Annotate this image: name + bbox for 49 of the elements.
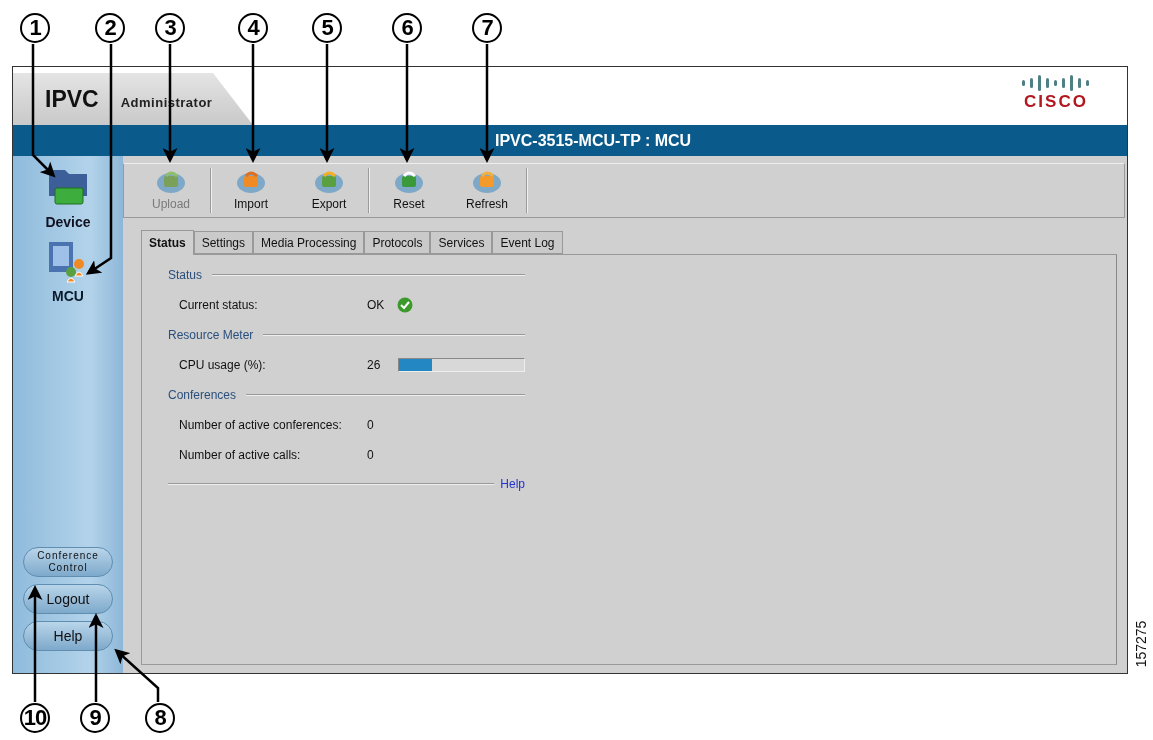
toolbar-icon: [394, 170, 424, 194]
sidebar-button[interactable]: Help: [23, 621, 113, 651]
sidebar-item[interactable]: MCU: [43, 238, 93, 304]
callout-number: 7: [472, 13, 502, 43]
field-label: Number of active conferences:: [179, 418, 343, 432]
callout-number: 2: [95, 13, 125, 43]
callout-number: 6: [392, 13, 422, 43]
logo-bars-icon: [1021, 74, 1091, 92]
help-link[interactable]: Help: [500, 477, 525, 491]
tab[interactable]: Status: [141, 230, 194, 255]
tab[interactable]: Protocols: [364, 231, 431, 254]
toolbar-icon: [236, 170, 266, 194]
toolbar-button[interactable]: Import: [212, 164, 290, 217]
callout-number: 5: [312, 13, 342, 43]
field-label: CPU usage (%):: [179, 358, 267, 372]
tab[interactable]: Media Processing: [253, 231, 365, 254]
section-title: Conferences: [168, 388, 237, 402]
callout-number: 10: [20, 703, 50, 733]
toolbar-icon: [314, 170, 344, 194]
callout-number: 9: [80, 703, 110, 733]
toolbar-icon: [156, 170, 186, 194]
field-value: 26: [367, 358, 382, 372]
toolbar-button[interactable]: Export: [290, 164, 368, 217]
field-value: 0: [367, 418, 374, 432]
sidebar-button[interactable]: Logout: [23, 584, 113, 614]
toolbar-button[interactable]: Reset: [370, 164, 448, 217]
section-title: Status: [168, 268, 203, 282]
figure-number: 157275: [1133, 620, 1150, 668]
sidebar-button[interactable]: Conference Control: [23, 547, 113, 577]
callout-arrow: [114, 648, 160, 702]
logo-text: CISCO: [1024, 92, 1088, 112]
callout-number: 1: [20, 13, 50, 43]
check-icon: [397, 297, 413, 313]
toolbar-icon: [472, 170, 502, 194]
section-title: Resource Meter: [168, 328, 254, 342]
field-value: 0: [367, 448, 374, 462]
tab[interactable]: Settings: [193, 231, 254, 254]
callout-number: 8: [145, 703, 175, 733]
callout-number: 4: [238, 13, 268, 43]
tab[interactable]: Event Log: [492, 231, 563, 254]
tab[interactable]: Services: [430, 231, 493, 254]
callout-number: 3: [155, 13, 185, 43]
sidebar-item[interactable]: Device: [43, 164, 93, 230]
field-label: Current status:: [179, 298, 259, 312]
field-label: Number of active calls:: [179, 448, 302, 462]
field-value: OK: [367, 298, 386, 312]
app-name: IPVC: [45, 85, 99, 113]
window-title: IPVC-3515-MCU-TP : MCU: [495, 131, 692, 150]
toolbar-button[interactable]: Refresh: [448, 164, 526, 217]
